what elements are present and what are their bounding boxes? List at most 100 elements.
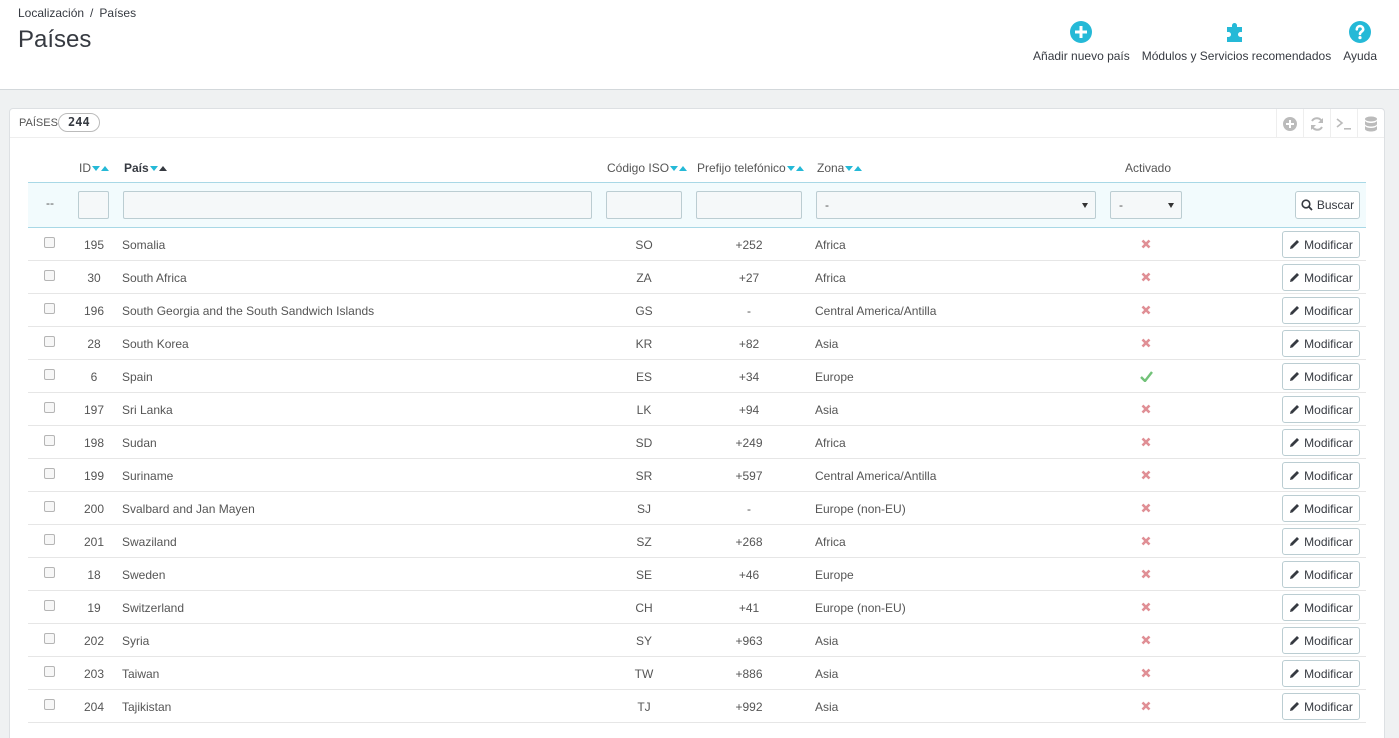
edit-button[interactable]: Modificar bbox=[1282, 627, 1360, 654]
cell-country[interactable]: Syria bbox=[122, 634, 149, 648]
cell-id[interactable]: 204 bbox=[78, 700, 110, 714]
sort-desc-icon[interactable] bbox=[92, 165, 100, 171]
cell-zone[interactable]: Asia bbox=[815, 337, 838, 351]
disabled-x-icon[interactable] bbox=[1138, 270, 1154, 284]
table-row[interactable]: 28 South Korea KR +82 Asia Modificar bbox=[28, 327, 1366, 360]
cell-country[interactable]: South Georgia and the South Sandwich Isl… bbox=[122, 304, 374, 318]
table-row[interactable]: 18 Sweden SE +46 Europe Modificar bbox=[28, 558, 1366, 591]
sort-desc-icon[interactable] bbox=[845, 165, 854, 171]
cell-prefix[interactable]: +82 bbox=[696, 337, 802, 351]
table-row[interactable]: 201 Swaziland SZ +268 Africa Modificar bbox=[28, 525, 1366, 558]
cell-id[interactable]: 18 bbox=[78, 568, 110, 582]
cell-country[interactable]: Suriname bbox=[122, 469, 173, 483]
cell-zone[interactable]: Asia bbox=[815, 667, 838, 681]
cell-country[interactable]: Sweden bbox=[122, 568, 165, 582]
sort-desc-icon[interactable] bbox=[149, 165, 158, 171]
cell-prefix[interactable]: +41 bbox=[696, 601, 802, 615]
edit-button[interactable]: Modificar bbox=[1282, 594, 1360, 621]
disabled-x-icon[interactable] bbox=[1138, 633, 1154, 647]
cell-id[interactable]: 195 bbox=[78, 238, 110, 252]
cell-iso[interactable]: ZA bbox=[606, 271, 682, 285]
cell-iso[interactable]: KR bbox=[606, 337, 682, 351]
cell-id[interactable]: 197 bbox=[78, 403, 110, 417]
disabled-x-icon[interactable] bbox=[1138, 699, 1154, 713]
cell-zone[interactable]: Africa bbox=[815, 535, 846, 549]
row-checkbox[interactable] bbox=[44, 402, 55, 413]
row-checkbox[interactable] bbox=[44, 699, 55, 710]
sort-asc-icon[interactable] bbox=[679, 165, 688, 171]
refresh-icon[interactable] bbox=[1303, 109, 1330, 138]
row-checkbox[interactable] bbox=[44, 435, 55, 446]
cell-iso[interactable]: TJ bbox=[606, 700, 682, 714]
edit-button[interactable]: Modificar bbox=[1282, 396, 1360, 423]
cell-id[interactable]: 6 bbox=[78, 370, 110, 384]
row-checkbox[interactable] bbox=[44, 237, 55, 248]
row-checkbox[interactable] bbox=[44, 534, 55, 545]
cell-prefix[interactable]: +963 bbox=[696, 634, 802, 648]
cell-prefix[interactable]: +252 bbox=[696, 238, 802, 252]
cell-country[interactable]: Svalbard and Jan Mayen bbox=[122, 502, 255, 516]
cell-iso[interactable]: CH bbox=[606, 601, 682, 615]
help-button[interactable]: Ayuda bbox=[1337, 20, 1383, 63]
edit-button[interactable]: Modificar bbox=[1282, 561, 1360, 588]
filter-active-select[interactable]: - bbox=[1110, 191, 1182, 219]
disabled-x-icon[interactable] bbox=[1138, 600, 1154, 614]
edit-button[interactable]: Modificar bbox=[1282, 462, 1360, 489]
cell-id[interactable]: 198 bbox=[78, 436, 110, 450]
filter-country-input[interactable] bbox=[123, 191, 592, 219]
cell-iso[interactable]: LK bbox=[606, 403, 682, 417]
cell-iso[interactable]: SY bbox=[606, 634, 682, 648]
add-country-button[interactable]: Añadir nuevo país bbox=[1027, 20, 1136, 63]
table-row[interactable]: 202 Syria SY +963 Asia Modificar bbox=[28, 624, 1366, 657]
filter-iso-input[interactable] bbox=[606, 191, 682, 219]
cell-id[interactable]: 201 bbox=[78, 535, 110, 549]
cell-iso[interactable]: SO bbox=[606, 238, 682, 252]
disabled-x-icon[interactable] bbox=[1138, 237, 1154, 251]
cell-prefix[interactable]: +94 bbox=[696, 403, 802, 417]
disabled-x-icon[interactable] bbox=[1138, 666, 1154, 680]
edit-button[interactable]: Modificar bbox=[1282, 297, 1360, 324]
cell-country[interactable]: Sri Lanka bbox=[122, 403, 173, 417]
edit-button[interactable]: Modificar bbox=[1282, 264, 1360, 291]
disabled-x-icon[interactable] bbox=[1138, 303, 1154, 317]
cell-id[interactable]: 199 bbox=[78, 469, 110, 483]
search-button[interactable]: Buscar bbox=[1295, 191, 1360, 219]
cell-zone[interactable]: Europe bbox=[815, 370, 854, 384]
cell-iso[interactable]: GS bbox=[606, 304, 682, 318]
table-row[interactable]: 204 Tajikistan TJ +992 Asia Modificar bbox=[28, 690, 1366, 723]
cell-zone[interactable]: Europe bbox=[815, 568, 854, 582]
cell-zone[interactable]: Africa bbox=[815, 238, 846, 252]
database-export-icon[interactable] bbox=[1357, 109, 1384, 138]
row-checkbox[interactable] bbox=[44, 567, 55, 578]
cell-zone[interactable]: Asia bbox=[815, 403, 838, 417]
cell-iso[interactable]: SZ bbox=[606, 535, 682, 549]
cell-id[interactable]: 202 bbox=[78, 634, 110, 648]
sort-desc-icon[interactable] bbox=[786, 165, 795, 171]
cell-zone[interactable]: Asia bbox=[815, 634, 838, 648]
table-row[interactable]: 6 Spain ES +34 Europe Modificar bbox=[28, 360, 1366, 393]
cell-iso[interactable]: SR bbox=[606, 469, 682, 483]
row-checkbox[interactable] bbox=[44, 666, 55, 677]
disabled-x-icon[interactable] bbox=[1138, 501, 1154, 515]
add-new-icon[interactable] bbox=[1276, 109, 1303, 138]
table-row[interactable]: 197 Sri Lanka LK +94 Asia Modificar bbox=[28, 393, 1366, 426]
cell-iso[interactable]: SE bbox=[606, 568, 682, 582]
cell-prefix[interactable]: +597 bbox=[696, 469, 802, 483]
cell-zone[interactable]: Africa bbox=[815, 436, 846, 450]
cell-id[interactable]: 196 bbox=[78, 304, 110, 318]
sql-query-icon[interactable] bbox=[1330, 109, 1357, 138]
sort-asc-icon[interactable] bbox=[854, 165, 863, 171]
cell-prefix[interactable]: +34 bbox=[696, 370, 802, 384]
disabled-x-icon[interactable] bbox=[1138, 336, 1154, 350]
cell-country[interactable]: Swaziland bbox=[122, 535, 177, 549]
cell-id[interactable]: 28 bbox=[78, 337, 110, 351]
edit-button[interactable]: Modificar bbox=[1282, 693, 1360, 720]
cell-country[interactable]: Spain bbox=[122, 370, 153, 384]
cell-prefix[interactable]: +46 bbox=[696, 568, 802, 582]
recommended-modules-button[interactable]: Módulos y Servicios recomendados bbox=[1136, 20, 1337, 63]
edit-button[interactable]: Modificar bbox=[1282, 330, 1360, 357]
cell-zone[interactable]: Europe (non-EU) bbox=[815, 502, 906, 516]
row-checkbox[interactable] bbox=[44, 336, 55, 347]
cell-country[interactable]: Sudan bbox=[122, 436, 157, 450]
table-row[interactable]: 196 South Georgia and the South Sandwich … bbox=[28, 294, 1366, 327]
